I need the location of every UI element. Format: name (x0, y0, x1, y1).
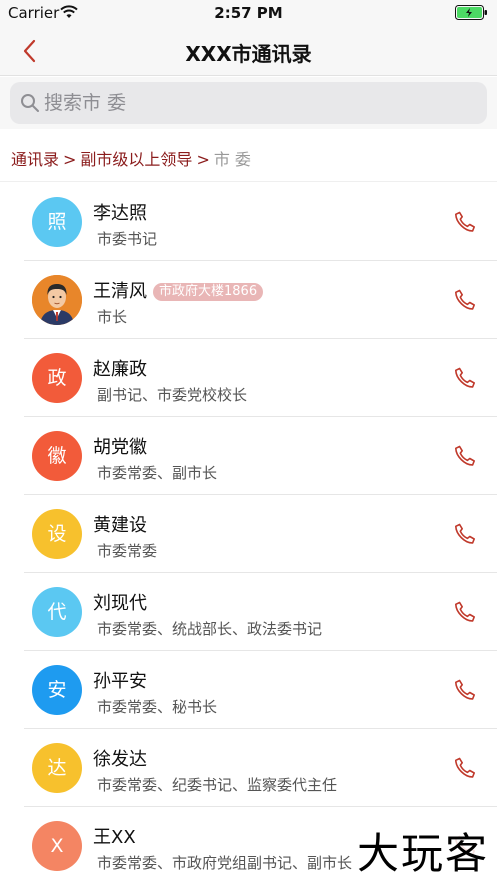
search-box[interactable] (10, 82, 487, 124)
avatar: 设 (32, 509, 82, 559)
avatar: 达 (32, 743, 82, 793)
contact-title: 市委书记 (97, 230, 158, 248)
breadcrumb-item-contacts[interactable]: 通讯录 (11, 150, 59, 169)
contact-name: 刘现代 (93, 593, 147, 614)
contact-row[interactable]: 徽 胡党徽 市委常委、副市长 (24, 417, 497, 495)
breadcrumb-current: 市 委 (213, 150, 251, 169)
search-input[interactable] (44, 86, 474, 120)
phone-icon[interactable] (453, 288, 477, 312)
avatar: 政 (32, 353, 82, 403)
contact-name: 赵廉政 (93, 359, 147, 380)
avatar: 徽 (32, 431, 82, 481)
contact-title: 市委常委、秘书长 (97, 698, 218, 716)
breadcrumb: 通讯录 > 副市级以上领导 > 市 委 (0, 130, 497, 182)
status-time: 2:57 PM (214, 4, 283, 22)
contact-name: 孙平安 (93, 671, 147, 692)
contact-title: 市长 (97, 308, 128, 326)
contact-row[interactable]: 照 李达照 市委书记 (24, 183, 497, 261)
contact-title: 市委常委、副市长 (97, 464, 218, 482)
phone-icon[interactable] (453, 678, 477, 702)
contact-row[interactable]: 政 赵廉政 副书记、市委党校校长 (24, 339, 497, 417)
status-bar: Carrier 2:57 PM (0, 0, 497, 26)
contact-title: 市委常委、统战部长、政法委书记 (97, 620, 323, 638)
contact-title: 市委常委 (97, 542, 158, 560)
chevron-left-icon (23, 39, 36, 63)
battery-charging-icon (455, 5, 489, 24)
contact-list: 照 李达照 市委书记 王清风 市政府大楼1866 市长 政 赵廉政 副书记、市委… (0, 183, 497, 883)
phone-icon[interactable] (453, 756, 477, 780)
avatar: X (32, 821, 82, 871)
search-bar (0, 77, 497, 129)
contact-name: 王XX (93, 827, 136, 848)
phone-icon[interactable] (453, 444, 477, 468)
avatar: 照 (32, 197, 82, 247)
contact-name: 胡党徽 (93, 437, 147, 458)
nav-bar: XXX市通讯录 (0, 26, 497, 76)
breadcrumb-separator: > (196, 150, 210, 169)
contact-title: 市委常委、纪委书记、监察委代主任 (97, 776, 338, 794)
watermark: 大玩客 (352, 820, 493, 881)
contact-name: 徐发达 (93, 749, 147, 770)
search-icon (21, 94, 39, 112)
contact-row[interactable]: 设 黄建设 市委常委 (24, 495, 497, 573)
contact-row[interactable]: 安 孙平安 市委常委、秘书长 (24, 651, 497, 729)
phone-icon[interactable] (453, 210, 477, 234)
phone-icon[interactable] (453, 522, 477, 546)
contact-title: 市委常委、市政府党组副书记、副市长 (97, 854, 353, 872)
contact-name: 王清风 (93, 281, 147, 302)
phone-icon[interactable] (453, 366, 477, 390)
contact-title: 副书记、市委党校校长 (97, 386, 248, 404)
back-button[interactable] (16, 36, 46, 66)
avatar: 安 (32, 665, 82, 715)
user-photo-icon (32, 275, 82, 325)
contact-name: 李达照 (93, 203, 147, 224)
location-badge: 市政府大楼1866 (153, 283, 264, 301)
avatar: 代 (32, 587, 82, 637)
contact-name: 黄建设 (93, 515, 147, 536)
avatar (32, 275, 82, 325)
phone-icon[interactable] (453, 600, 477, 624)
contact-row[interactable]: 王清风 市政府大楼1866 市长 (24, 261, 497, 339)
contact-row[interactable]: 代 刘现代 市委常委、统战部长、政法委书记 (24, 573, 497, 651)
breadcrumb-item-leaders[interactable]: 副市级以上领导 (80, 150, 192, 169)
contact-row[interactable]: 达 徐发达 市委常委、纪委书记、监察委代主任 (24, 729, 497, 807)
breadcrumb-separator: > (63, 150, 77, 169)
page-title: XXX市通讯录 (185, 42, 312, 66)
